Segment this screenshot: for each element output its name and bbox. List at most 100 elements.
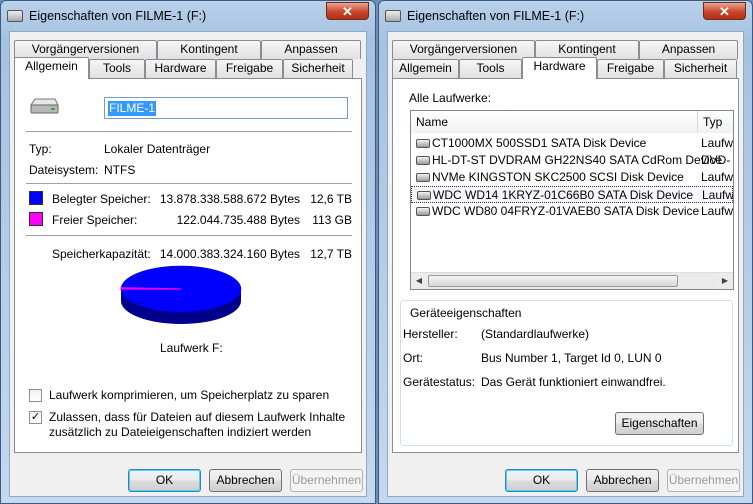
device-properties-title: Geräteeigenschaften (410, 306, 522, 320)
window-title: Eigenschaften von FILME-1 (F:) (407, 9, 585, 23)
close-button[interactable]: ✕ (703, 2, 746, 20)
free-space-bytes: 122.044.735.488 Bytes (176, 213, 300, 227)
tab-general[interactable]: Allgemein (14, 57, 89, 79)
scroll-right-icon[interactable]: ▶ (717, 273, 733, 289)
disk-drive-icon (416, 207, 430, 216)
title-bar[interactable]: Eigenschaften von FILME-1 (F:) ✕ (379, 1, 752, 31)
dialog-client: Vorgängerversionen Kontingent Anpassen A… (9, 31, 367, 497)
drive-name-text: FILME-1 (108, 101, 157, 116)
separator (26, 235, 352, 236)
drive-list-item-type: Laufw (701, 204, 734, 218)
column-header-type[interactable]: Typ (698, 111, 733, 133)
tab-previous-versions[interactable]: Vorgängerversionen (392, 40, 535, 59)
ok-button[interactable]: OK (128, 469, 201, 492)
tab-sharing[interactable]: Freigabe (216, 59, 283, 78)
tab-hardware[interactable]: Hardware (145, 59, 216, 78)
drive-name-input[interactable]: FILME-1 (104, 97, 348, 119)
manufacturer-value: (Standardlaufwerke) (481, 327, 590, 341)
apply-button[interactable]: Übernehmen (667, 469, 740, 492)
disk-drive-icon (417, 191, 431, 200)
tab-hardware[interactable]: Hardware (522, 57, 597, 79)
cancel-button[interactable]: Abbrechen (209, 469, 282, 492)
tab-sharing[interactable]: Freigabe (597, 59, 664, 78)
tab-customize[interactable]: Anpassen (639, 40, 738, 59)
drive-window-icon (385, 10, 401, 22)
scroll-thumb[interactable] (428, 275, 678, 287)
index-checkbox[interactable]: ✓ (29, 411, 42, 424)
drive-list-item-type: DVD- (701, 153, 731, 167)
close-button[interactable]: ✕ (326, 2, 369, 20)
ok-button[interactable]: OK (505, 469, 578, 492)
compress-label: Laufwerk komprimieren, um Speicherplatz … (49, 388, 330, 402)
capacity-label: Speicherkapazität: (52, 247, 151, 261)
tab-security[interactable]: Sicherheit (283, 59, 353, 78)
drive-list[interactable]: Name Typ CT1000MX 500SSD1 SATA Disk Devi… (410, 110, 734, 290)
tab-security[interactable]: Sicherheit (664, 59, 737, 78)
capacity-short: 12,7 TB (310, 247, 352, 261)
compress-checkbox[interactable] (29, 389, 42, 402)
drive-list-item[interactable]: NVMe KINGSTON SKC2500 SCSI Disk Device La… (411, 169, 733, 186)
tab-row-2: Allgemein Tools Hardware Freigabe Sicher… (14, 57, 353, 79)
drive-list-item[interactable]: WDC WD80 04FRYZ-01VAEB0 SATA Disk Device… (411, 203, 733, 220)
device-status-label: Gerätestatus: (403, 375, 476, 389)
drive-list-item-name: WDC WD14 1KRYZ-01C66B0 SATA Disk Device (433, 188, 694, 202)
disk-drive-icon (416, 156, 430, 165)
disk-usage-pie (120, 265, 242, 324)
index-label-line2: zusätzlich zu Dateieigenschaften indizie… (49, 425, 312, 439)
window-title: Eigenschaften von FILME-1 (F:) (29, 9, 207, 23)
filesystem-label: Dateisystem: (29, 163, 99, 177)
tab-row-2: Allgemein Tools Hardware Freigabe Sicher… (392, 57, 737, 79)
type-label: Typ: (29, 142, 52, 156)
free-space-label: Freier Speicher: (52, 213, 138, 227)
drive-list-item-name: HL-DT-ST DVDRAM GH22NS40 SATA CdRom Devi… (432, 153, 723, 167)
tab-tools[interactable]: Tools (459, 59, 522, 78)
drive-list-item-type: Laufw (701, 136, 734, 150)
location-value: Bus Number 1, Target Id 0, LUN 0 (481, 351, 662, 365)
properties-window-general: Eigenschaften von FILME-1 (F:) ✕ Vorgäng… (0, 0, 376, 504)
hardware-panel: Alle Laufwerke: Name Typ CT1000MX 500SSD… (392, 78, 739, 453)
drive-list-item-name: WDC WD80 04FRYZ-01VAEB0 SATA Disk Device (432, 204, 700, 218)
drive-list-item-name: CT1000MX 500SSD1 SATA Disk Device (432, 136, 647, 150)
tab-general[interactable]: Allgemein (392, 59, 459, 78)
drive-icon (30, 98, 59, 114)
filesystem-value: NTFS (104, 163, 136, 177)
used-space-bytes: 13.878.338.588.672 Bytes (159, 192, 300, 206)
tab-customize[interactable]: Anpassen (261, 40, 361, 59)
horizontal-scrollbar[interactable]: ◀ ▶ (411, 272, 733, 289)
drive-list-item[interactable]: HL-DT-ST DVDRAM GH22NS40 SATA CdRom Devi… (411, 152, 733, 169)
all-drives-label: Alle Laufwerke: (409, 91, 492, 105)
apply-button[interactable]: Übernehmen (290, 469, 363, 492)
type-value: Lokaler Datenträger (104, 142, 211, 156)
separator (26, 183, 352, 184)
separator (26, 131, 352, 132)
column-header-name[interactable]: Name (411, 111, 698, 133)
title-bar[interactable]: Eigenschaften von FILME-1 (F:) ✕ (1, 1, 375, 31)
free-space-swatch (29, 212, 43, 226)
tab-quota[interactable]: Kontingent (157, 40, 261, 59)
device-status-value: Das Gerät funktioniert einwandfrei. (481, 375, 666, 389)
capacity-bytes: 14.000.383.324.160 Bytes (159, 247, 300, 261)
manufacturer-label: Hersteller: (403, 327, 458, 341)
index-label-line1: Zulassen, dass für Dateien auf diesem La… (49, 410, 346, 424)
drive-letter-label: Laufwerk F: (160, 341, 223, 355)
cancel-button[interactable]: Abbrechen (586, 469, 659, 492)
scroll-left-icon[interactable]: ◀ (411, 273, 427, 289)
used-space-swatch (29, 191, 43, 205)
free-space-short: 113 GB (312, 213, 352, 227)
properties-button[interactable]: Eigenschaften (615, 412, 704, 435)
drive-list-item-name: NVMe KINGSTON SKC2500 SCSI Disk Device (432, 170, 684, 184)
drive-window-icon (7, 10, 23, 22)
drive-list-item-type: Laufw (702, 188, 734, 202)
used-space-short: 12,6 TB (310, 192, 352, 206)
used-space-label: Belegter Speicher: (52, 192, 151, 206)
general-panel: FILME-1 Typ: Lokaler Datenträger Dateisy… (14, 78, 362, 453)
disk-drive-icon (416, 139, 430, 148)
checkmark-icon: ✓ (30, 411, 41, 423)
drive-list-item-type: Laufw (701, 170, 734, 184)
location-label: Ort: (403, 351, 423, 365)
disk-drive-icon (416, 173, 430, 182)
drive-list-item[interactable]: CT1000MX 500SSD1 SATA Disk Device Laufw (411, 135, 733, 152)
drive-list-item[interactable]: WDC WD14 1KRYZ-01C66B0 SATA Disk Device L… (411, 186, 733, 203)
dialog-client: Vorgängerversionen Kontingent Anpassen A… (387, 31, 744, 497)
tab-tools[interactable]: Tools (89, 59, 145, 78)
